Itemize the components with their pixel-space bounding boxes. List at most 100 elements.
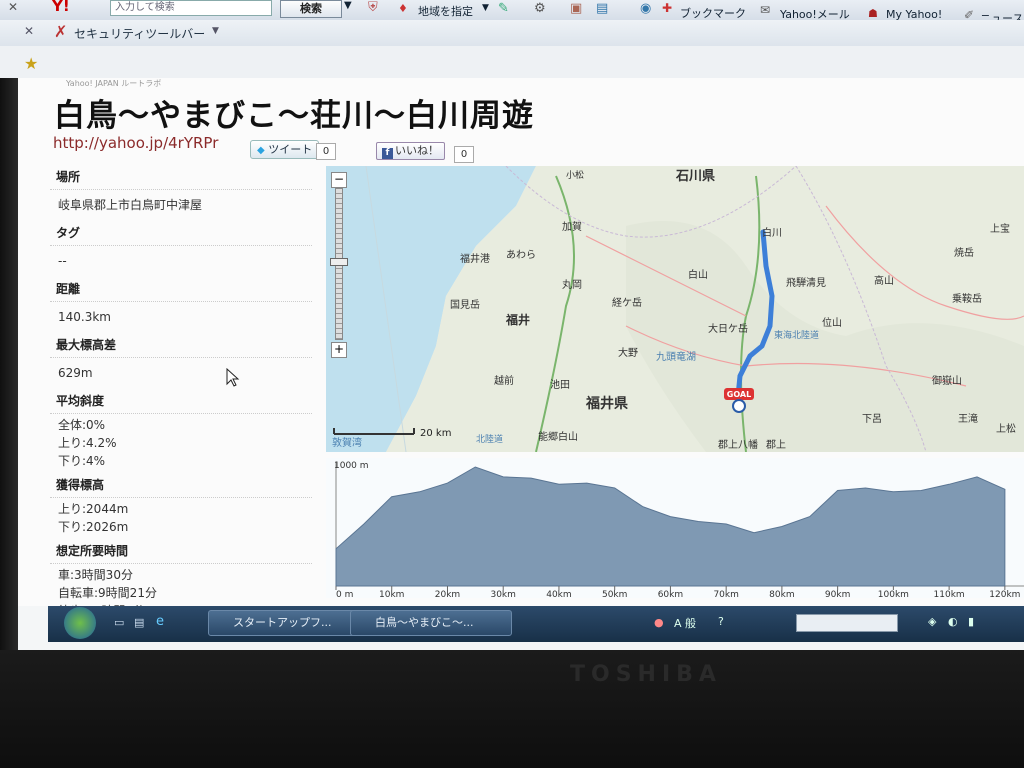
laptop-brand: TOSHIBA [570, 662, 722, 687]
map-label-gujohachiman: 郡上八幡 [718, 438, 758, 451]
mouse-cursor-icon [226, 368, 240, 387]
map-label-wakasawan: 敦賀湾 [332, 436, 362, 449]
ie-icon[interactable]: e [156, 614, 164, 629]
time-car: 車:3時間30分 [58, 568, 133, 582]
map-label-kaga: 加賀 [562, 221, 582, 233]
region-icon: ♦ [398, 2, 408, 15]
elevation-x-tick-label: 120km [989, 590, 1020, 598]
map-label-echizen: 越前 [494, 374, 514, 387]
package-icon[interactable]: ▣ [570, 1, 582, 16]
security-toolbar: ✕ ✗ セキュリティツールバー ▼ [0, 20, 1024, 47]
close-icon[interactable]: ✕ [24, 24, 34, 38]
map-label-onichigatake: 大日ケ岳 [708, 322, 748, 335]
taskbar-startup-button[interactable]: スタートアップフ... [208, 610, 364, 636]
twitter-bird-icon: ◆ [257, 145, 265, 156]
route-info-panel: 場所 岐阜県郡上市白鳥町中津屋 タグ -- 距離 140.3km 最大標高差 6… [50, 164, 312, 626]
short-url-link[interactable]: http://yahoo.jp/4rYRPr [53, 134, 218, 152]
tray-icon[interactable]: ● [654, 616, 664, 629]
map-label-takayama: 高山 [874, 274, 894, 287]
explorer-icon[interactable]: ▤ [134, 616, 144, 629]
security-icon: ✗ [54, 22, 68, 41]
slope-up: 上り:4.2% [58, 436, 117, 450]
search-input[interactable]: 入力して検索 [110, 0, 272, 16]
close-icon[interactable]: ✕ [8, 0, 18, 14]
map-label-gero: 下呂 [862, 413, 882, 425]
like-count: 0 [454, 146, 474, 163]
elevation-x-tick-label: 90km [825, 590, 850, 598]
elevation-x-tick-label: 30km [490, 590, 515, 598]
tag-label: タグ [50, 222, 312, 246]
tag-value: -- [58, 254, 67, 268]
elevation-x-tick-label: 40km [546, 590, 571, 598]
chevron-down-icon[interactable]: ▼ [344, 0, 352, 11]
pen-icon[interactable]: ✎ [498, 1, 509, 16]
bookmark-button[interactable]: ブックマーク [680, 5, 746, 21]
map-label-kuzuryu: 九頭竜湖 [656, 350, 696, 363]
map-canvas[interactable]: GOAL 福井県 石川県 福井 大野 経ケ岳 越前 池田 あわら 福井港 加賀 … [326, 166, 1024, 452]
region-button[interactable]: 地域を指定 [418, 3, 473, 19]
help-icon[interactable]: ? [718, 615, 724, 628]
map-label-maruoka: 丸岡 [562, 278, 582, 291]
route-map[interactable]: GOAL 福井県 石川県 福井 大野 経ケ岳 越前 池田 あわら 福井港 加賀 … [326, 166, 1024, 452]
tool-icon[interactable]: ⚙ [534, 1, 546, 16]
elevation-x-tick-label: 50km [602, 590, 627, 598]
favorites-bar: ★ [0, 46, 1024, 79]
tweet-button[interactable]: ◆ ツイート [250, 140, 320, 159]
elevation-x-tick-label: 20km [435, 590, 460, 598]
map-label-nomugi: 能郷白山 [538, 430, 578, 443]
yahoo-logo-icon[interactable]: Y! [52, 0, 70, 15]
taskbar-browser-button[interactable]: 白鳥～やまびこ～... [350, 610, 512, 636]
elevation-svg: 1000 m 0 m 10km 20km 30km 40km 50km 60km 70km 80… [334, 461, 1024, 598]
search-button[interactable]: 検索 [280, 0, 342, 18]
chevron-down-icon[interactable]: ▼ [212, 26, 219, 36]
zoom-in-button[interactable]: + [331, 342, 347, 358]
zoom-slider-handle[interactable] [330, 258, 348, 266]
favorites-star-icon[interactable]: ★ [24, 54, 38, 73]
network-icon[interactable]: ◈ [928, 615, 936, 628]
tweet-label: ツイート [268, 143, 313, 156]
map-label-norikuradake: 乗鞍岳 [952, 292, 982, 305]
screen-bezel-left [0, 78, 18, 650]
map-label-kamitakara: 上宝 [990, 222, 1010, 235]
volume-icon[interactable]: ◐ [948, 615, 958, 628]
estimated-time-label: 想定所要時間 [50, 540, 312, 564]
shield-icon[interactable]: ⛨ [368, 0, 378, 15]
map-label-ikeda: 池田 [550, 378, 570, 391]
avg-slope-label: 平均斜度 [50, 390, 312, 414]
max-elevation-diff-label: 最大標高差 [50, 334, 312, 358]
elevation-x-tick-label: 100km [878, 590, 909, 598]
map-label-shirakawa: 白川 [762, 226, 782, 239]
windows-taskbar: ▭ ▤ e スタートアップフ... 白鳥～やまびこ～... ● A 般 ? ◈ … [48, 606, 1024, 642]
map-label-kyogatake: 経ケ岳 [612, 296, 642, 309]
map-label-ishikawa-pref: 石川県 [675, 169, 715, 184]
toolbar-top: ✕ Y! 入力して検索 検索 ▼ ⛨ ♦ 地域を指定 ▼ ✎ ⚙ ▣ ▤ ◉ ✚… [0, 0, 1024, 25]
book-icon[interactable]: ▤ [596, 1, 608, 16]
region-dropdown-icon[interactable]: ▼ [482, 3, 489, 13]
elevation-chart[interactable]: 1000 m 0 m 10km 20km 30km 40km 50km 60km 70km 80… [326, 458, 1024, 598]
elevation-area [335, 466, 1006, 587]
map-label-fukui-port: 福井港 [460, 252, 490, 265]
globe-icon[interactable]: ◉ [640, 1, 651, 16]
elevation-x-tick-label: 80km [769, 590, 794, 598]
mail-icon: ✉ [760, 3, 771, 17]
page-content: Yahoo! JAPAN ルートラボ 白鳥～やまびこ～荘川～白川周遊 http:… [18, 78, 1024, 618]
laptop-bezel [0, 650, 1024, 768]
elevation-x-tick-label: 10km [379, 590, 404, 598]
start-button-icon[interactable] [64, 607, 96, 639]
like-button[interactable]: f いいね！ [376, 142, 445, 160]
elevation-x-tick-label: 60km [658, 590, 683, 598]
battery-icon[interactable]: ▮ [968, 615, 974, 628]
zoom-out-button[interactable]: − [331, 172, 347, 188]
map-label-yakedake: 焼岳 [954, 247, 974, 259]
gain-down: 下り:2026m [58, 520, 129, 534]
security-toolbar-label[interactable]: セキュリティツールバー [74, 25, 205, 42]
elevation-gain-values: 上り:2044m 下り:2026m [50, 498, 312, 538]
taskbar-search-input[interactable] [796, 614, 898, 632]
desktop-icon[interactable]: ▭ [114, 616, 124, 629]
max-elevation-diff-value: 629m [58, 366, 93, 380]
page-header-small: Yahoo! JAPAN ルートラボ [66, 79, 162, 88]
map-label-hidakiyomi: 飛騨清見 [786, 276, 826, 289]
ime-language[interactable]: A 般 [674, 615, 696, 631]
map-label-ono: 大野 [618, 346, 638, 359]
map-label-hokuriku: 北陸道 [476, 433, 503, 445]
